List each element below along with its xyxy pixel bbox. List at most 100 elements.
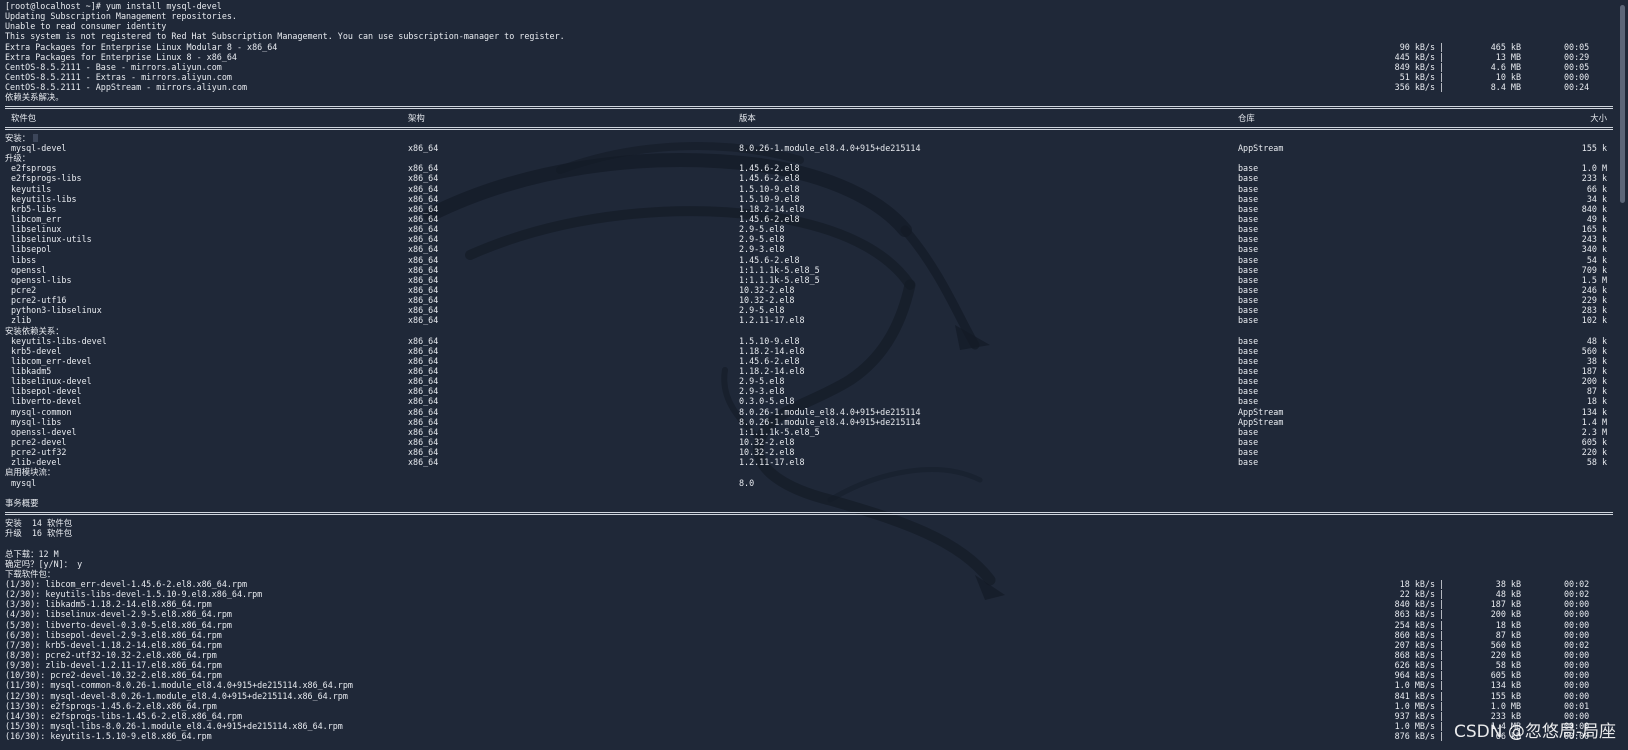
package-size: 187 k <box>1581 366 1607 377</box>
separator-row <box>5 123 1613 133</box>
table-header: 软件包 架构 版本 仓库 大小 <box>5 113 1613 123</box>
package-version: 1.45.6-2.el8 <box>739 163 800 174</box>
vertical-scrollbar[interactable] <box>1620 5 1625 203</box>
package-arch: x86_64 <box>408 274 439 285</box>
package-arch: x86_64 <box>408 234 439 245</box>
section-title: 升级： <box>5 153 1613 163</box>
package-name: mysql <box>11 477 37 488</box>
package-name: krb5-devel <box>11 345 62 356</box>
package-repo: AppStream <box>1238 406 1284 417</box>
download-line: (13/30): e2fsprogs-1.45.6-2.el8.x86_64.r… <box>5 701 1613 711</box>
column-separator: | <box>1439 700 1445 711</box>
package-row: libselinux-utils x86_64 2.9-5.el8 base 243 k <box>5 234 1613 244</box>
download-size: 605 kB <box>1490 670 1521 681</box>
package-name: libselinux <box>11 224 62 235</box>
column-separator: | <box>1439 720 1445 731</box>
package-version: 10.32-2.el8 <box>739 447 795 458</box>
package-repo: base <box>1238 284 1259 295</box>
command-prompt: [root@localhost ~]# yum install mysql-de… <box>5 1 1613 11</box>
download-time: 00:00 <box>1564 710 1590 721</box>
package-row: libselinux x86_64 2.9-5.el8 base 165 k <box>5 224 1613 234</box>
package-version: 2.9-5.el8 <box>739 224 785 235</box>
package-arch: x86_64 <box>408 295 439 306</box>
header-size: 大小 <box>1590 112 1607 123</box>
package-row: pcre2 x86_64 10.32-2.el8 base 246 k <box>5 285 1613 295</box>
download-size: 48 kB <box>1495 589 1521 600</box>
download-line: (4/30): libselinux-devel-2.9-5.el8.x86_6… <box>5 609 1613 619</box>
package-repo: base <box>1238 183 1259 194</box>
download-size: 38 kB <box>1495 579 1521 590</box>
column-separator: | <box>1439 680 1445 691</box>
section-title-text: 升级： <box>5 153 31 164</box>
package-repo: base <box>1238 457 1259 468</box>
repo-name: CentOS-8.5.2111 - Base - mirrors.aliyun.… <box>5 61 222 72</box>
package-size: 34 k <box>1586 193 1607 204</box>
download-time: 00:00 <box>1564 599 1590 610</box>
download-file: (10/30): pcre2-devel-10.32-2.el8.x86_64.… <box>5 670 222 681</box>
package-version: 10.32-2.el8 <box>739 295 795 306</box>
download-header-text: 下载软件包： <box>5 568 56 579</box>
package-version: 8.0 <box>739 477 755 488</box>
column-separator: | <box>1439 690 1445 701</box>
package-repo: base <box>1238 224 1259 235</box>
deps-resolved-line: 依赖关系解决。 <box>5 92 1613 102</box>
package-row: keyutils x86_64 1.5.10-9.el8 base 66 k <box>5 184 1613 194</box>
download-time: 00:00 <box>1564 660 1590 671</box>
column-separator: | <box>1439 71 1445 82</box>
download-file: (8/30): pcre2-utf32-10.32-2.el8.x86_64.r… <box>5 650 217 660</box>
section-title-text: 安装依赖关系： <box>5 325 64 336</box>
download-time: 00:00 <box>1564 670 1590 681</box>
summary-text: 升级 16 软件包 <box>5 528 73 539</box>
package-version: 1.5.10-9.el8 <box>739 335 800 346</box>
package-row: keyutils-libs-devel x86_64 1.5.10-9.el8 bas… <box>5 336 1613 346</box>
package-arch: x86_64 <box>408 457 439 468</box>
repo-rate: 849 kB/s <box>1394 61 1435 72</box>
column-separator: | <box>1439 82 1445 93</box>
package-row: mysql-common x86_64 8.0.26-1.module_el8.4.… <box>5 407 1613 417</box>
package-size: 1.5 M <box>1581 274 1607 285</box>
download-file: (16/30): keyutils-1.5.10-9.el8.x86_64.rp… <box>5 731 212 742</box>
package-arch: x86_64 <box>408 213 439 224</box>
repo-time: 00:05 <box>1564 61 1590 72</box>
download-rate: 626 kB/s <box>1394 660 1435 671</box>
package-name: libkadm5 <box>11 366 52 377</box>
package-size: 38 k <box>1586 355 1607 366</box>
download-file: (12/30): mysql-devel-8.0.26-1.module_el8… <box>5 690 348 701</box>
package-name: libss <box>11 254 37 265</box>
download-size: 220 kB <box>1490 650 1521 660</box>
package-size: 340 k <box>1581 244 1607 255</box>
package-repo: base <box>1238 335 1259 346</box>
package-repo: base <box>1238 386 1259 397</box>
package-size: 1.4 M <box>1581 416 1607 427</box>
total-download-line: 总下载：12 M <box>5 549 1613 559</box>
intro-text: This system is not registered to Red Hat… <box>5 31 565 42</box>
package-row: zlib-devel x86_64 1.2.11-17.el8 base 58 k <box>5 457 1613 467</box>
package-size: 220 k <box>1581 447 1607 458</box>
download-size: 87 kB <box>1495 629 1521 640</box>
package-name: pcre2 <box>11 284 37 295</box>
package-version: 1.2.11-17.el8 <box>739 315 805 326</box>
package-name: zlib <box>11 315 32 326</box>
package-version: 2.9-3.el8 <box>739 244 785 255</box>
download-size: 200 kB <box>1490 609 1521 620</box>
package-size: 605 k <box>1581 437 1607 448</box>
download-line: (5/30): libverto-devel-0.3.0-5.el8.x86_6… <box>5 620 1613 630</box>
package-name: krb5-libs <box>11 203 57 214</box>
package-version: 1:1.1.1k-5.el8_5 <box>739 264 820 275</box>
package-arch: x86_64 <box>408 376 439 387</box>
column-separator: | <box>1439 589 1445 600</box>
separator-row <box>5 102 1613 112</box>
package-arch: x86_64 <box>408 142 439 153</box>
package-version: 1.45.6-2.el8 <box>739 254 800 265</box>
package-row: keyutils-libs x86_64 1.5.10-9.el8 base 34 k <box>5 194 1613 204</box>
package-name: pcre2-utf16 <box>11 295 67 306</box>
column-separator: | <box>1439 629 1445 640</box>
download-size: 560 kB <box>1490 639 1521 650</box>
package-arch: x86_64 <box>408 244 439 255</box>
column-separator: | <box>1439 619 1445 630</box>
intro-line: Updating Subscription Management reposit… <box>5 11 1613 21</box>
package-repo: base <box>1238 213 1259 224</box>
download-rate: 1.0 MB/s <box>1394 720 1435 731</box>
package-size: 66 k <box>1586 183 1607 194</box>
